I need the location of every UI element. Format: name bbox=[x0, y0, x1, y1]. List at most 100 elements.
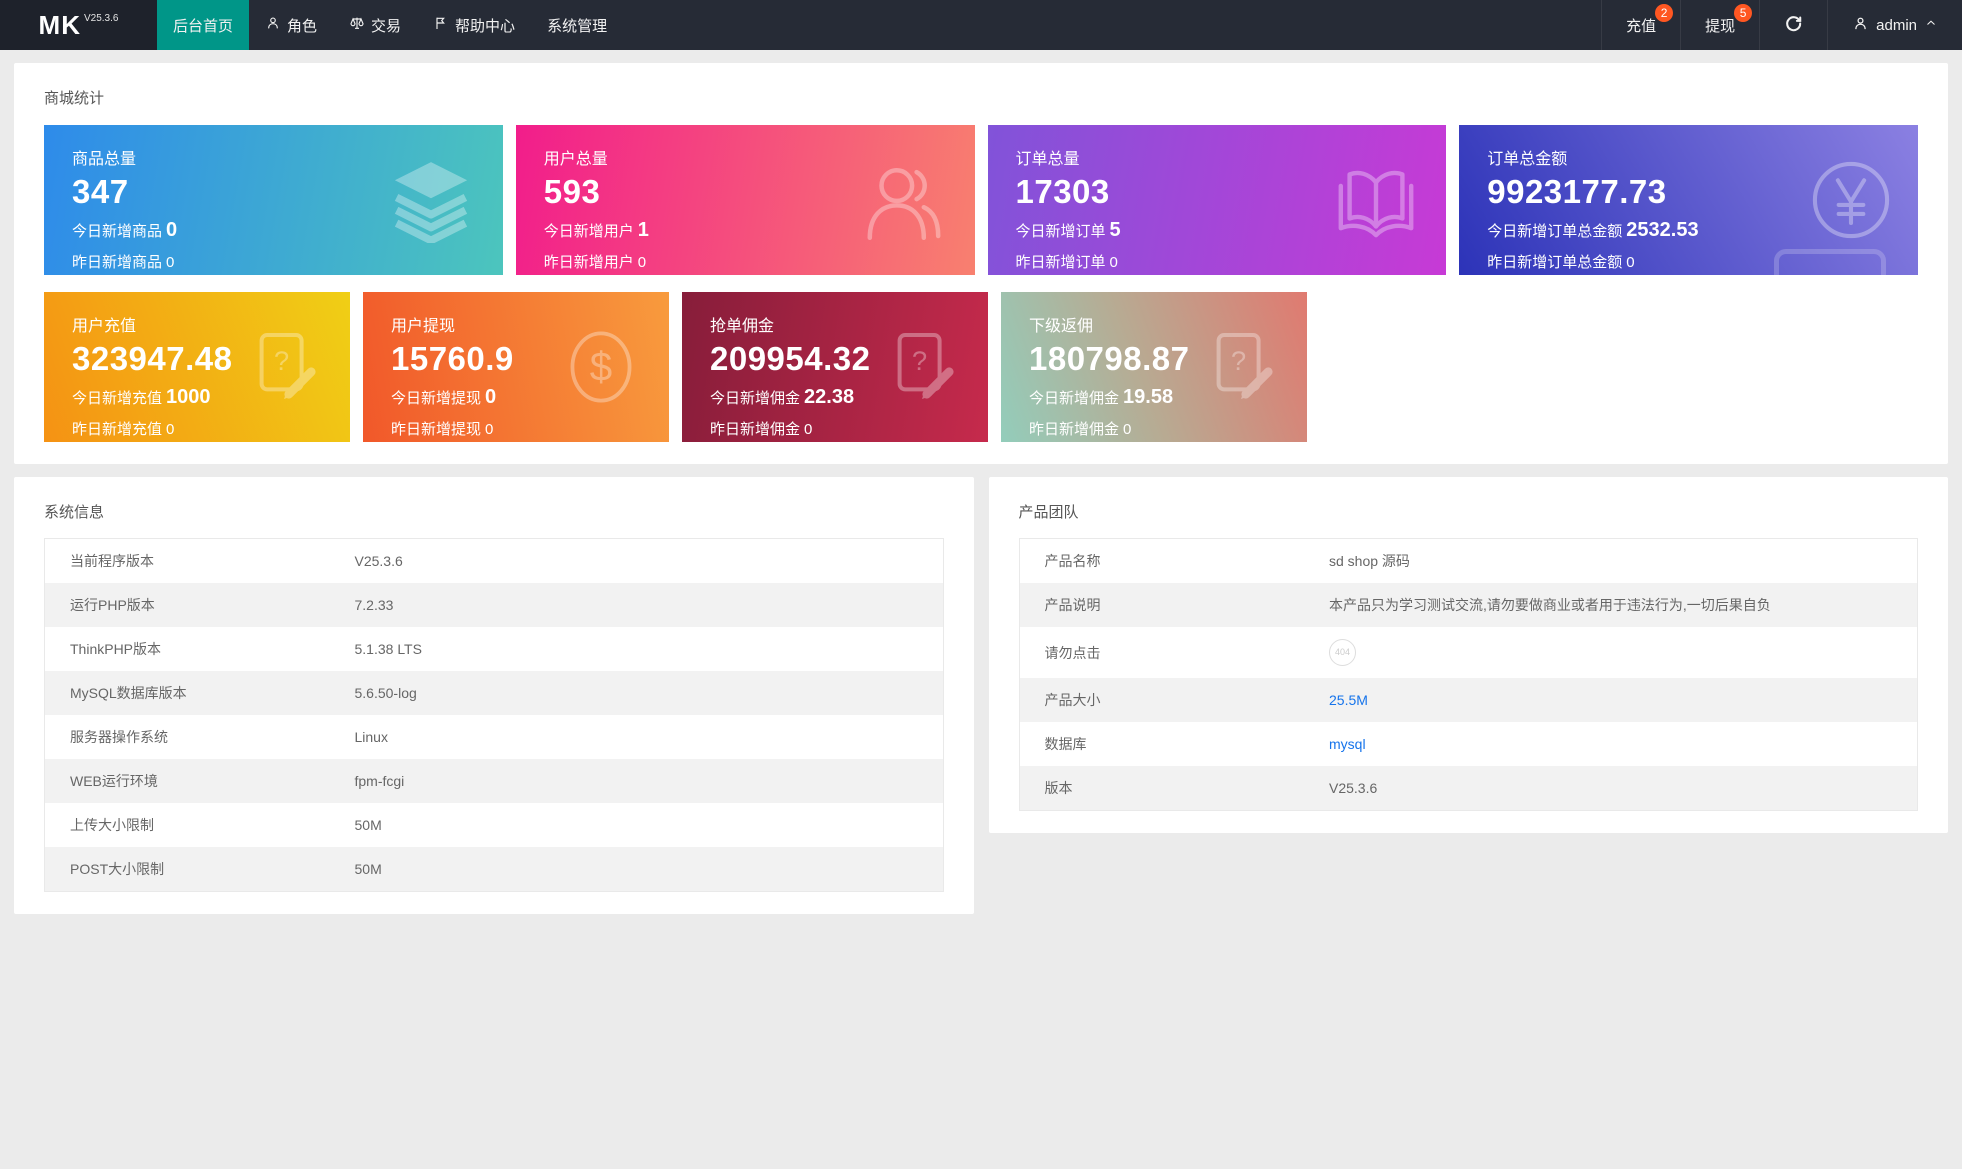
table-row: WEB运行环境 fpm-fcgi bbox=[44, 759, 943, 803]
table-row: 产品名称 sd shop 源码 bbox=[1019, 539, 1918, 584]
dollar-icon: $ bbox=[559, 323, 643, 411]
nav-item-label: 系统管理 bbox=[547, 17, 608, 35]
person-icon bbox=[265, 15, 281, 35]
row-label: 版本 bbox=[1044, 780, 1073, 796]
top-navbar: MK V25.3.6 后台首页 角色 交易 帮助中心 系统管理 充值 2 提现 … bbox=[0, 0, 1962, 50]
stat-yesterday-label: 昨日新增订单总金额 bbox=[1487, 254, 1623, 272]
clipped-card-icon bbox=[1774, 249, 1886, 275]
withdraw-count-badge: 5 bbox=[1734, 4, 1753, 22]
table-row: POST大小限制 50M bbox=[44, 847, 943, 892]
stat-yesterday-value: 0 bbox=[166, 421, 175, 439]
row-value: 7.2.33 bbox=[354, 597, 394, 613]
row-value: V25.3.6 bbox=[354, 553, 403, 569]
product-size-link[interactable]: 25.5M bbox=[1329, 692, 1368, 708]
chevron-up-icon bbox=[1924, 16, 1938, 34]
row-value: sd shop 源码 bbox=[1329, 553, 1410, 569]
system-info-panel: 系统信息 当前程序版本 V25.3.6 运行PHP版本 7.2.33 ThinkPH… bbox=[14, 477, 974, 914]
navbar-spacer bbox=[623, 0, 1601, 50]
nav-item-label: 交易 bbox=[371, 17, 402, 35]
stat-today-value: 1 bbox=[637, 219, 649, 242]
scales-icon bbox=[349, 15, 365, 35]
row-label: 服务器操作系统 bbox=[70, 729, 168, 745]
nav-item-system-settings[interactable]: 系统管理 bbox=[531, 0, 623, 50]
database-link[interactable]: mysql bbox=[1329, 736, 1366, 752]
row-value: 50M bbox=[354, 817, 382, 833]
brand-logo[interactable]: MK V25.3.6 bbox=[0, 0, 157, 50]
mall-stats-panel: 商城统计 商品总量 347 今日新增商品 0 昨日新增商品 0 用户总量 593… bbox=[14, 63, 1948, 464]
row-label: 产品名称 bbox=[1044, 553, 1101, 569]
nav-item-dashboard[interactable]: 后台首页 bbox=[157, 0, 250, 50]
table-row: 当前程序版本 V25.3.6 bbox=[45, 539, 944, 584]
section-title-system-info: 系统信息 bbox=[44, 504, 105, 521]
username: admin bbox=[1876, 16, 1917, 34]
stat-today-label: 今日新增订单 bbox=[1015, 223, 1106, 241]
stat-today-label: 今日新增订单总金额 bbox=[1487, 223, 1623, 241]
row-label: MySQL数据库版本 bbox=[70, 685, 187, 701]
stat-yesterday-value: 0 bbox=[1109, 254, 1118, 272]
row-value: 5.1.38 LTS bbox=[354, 641, 422, 657]
stat-card-orders-amount: 订单总金额 9923177.73 今日新增订单总金额 2532.53 昨日新增订单… bbox=[1459, 125, 1918, 275]
row-label: 上传大小限制 bbox=[70, 817, 154, 833]
stat-today-label: 今日新增佣金 bbox=[1029, 390, 1120, 408]
refresh-icon bbox=[1784, 14, 1803, 37]
nav-item-roles[interactable]: 角色 bbox=[249, 0, 333, 50]
doc-question-icon: ? bbox=[1201, 327, 1281, 407]
stat-yesterday-label: 昨日新增佣金 bbox=[710, 421, 801, 439]
nav-item-help-center[interactable]: 帮助中心 bbox=[417, 0, 531, 50]
row-label: 当前程序版本 bbox=[70, 553, 154, 569]
stat-today-value: 5 bbox=[1109, 219, 1121, 242]
stat-card-order-commission: 抢单佣金 209954.32 今日新增佣金 22.38 昨日新增佣金 0 ? bbox=[682, 292, 988, 442]
recharge-button[interactable]: 充值 2 bbox=[1601, 0, 1680, 50]
stat-today-value: 0 bbox=[166, 219, 178, 242]
table-row: 请勿点击 404 bbox=[1019, 627, 1918, 678]
stat-today-value: 19.58 bbox=[1123, 386, 1174, 409]
withdraw-button[interactable]: 提现 5 bbox=[1680, 0, 1759, 50]
main-content: 商城统计 商品总量 347 今日新增商品 0 昨日新增商品 0 用户总量 593… bbox=[0, 50, 1962, 927]
stat-yesterday-value: 0 bbox=[485, 421, 494, 439]
nav-item-trade[interactable]: 交易 bbox=[333, 0, 417, 50]
stat-yesterday-value: 0 bbox=[1123, 421, 1132, 439]
row-value: V25.3.6 bbox=[1329, 780, 1378, 796]
recharge-label: 充值 bbox=[1626, 17, 1657, 35]
main-menu: 后台首页 角色 交易 帮助中心 系统管理 bbox=[157, 0, 623, 50]
users-icon bbox=[859, 155, 949, 245]
badge-404[interactable]: 404 bbox=[1329, 639, 1356, 666]
nav-item-label: 帮助中心 bbox=[455, 17, 516, 35]
refresh-button[interactable] bbox=[1759, 0, 1827, 50]
flag-icon bbox=[433, 15, 449, 35]
stat-today-label: 今日新增用户 bbox=[543, 223, 634, 241]
table-row: MySQL数据库版本 5.6.50-log bbox=[44, 671, 943, 715]
table-row: 版本 V25.3.6 bbox=[1019, 766, 1918, 811]
doc-question-icon: ? bbox=[882, 327, 962, 407]
stat-today-label: 今日新增商品 bbox=[72, 223, 163, 241]
row-value: 50M bbox=[354, 861, 382, 877]
stat-yesterday-value: 0 bbox=[1626, 254, 1635, 272]
stat-today-label: 今日新增充值 bbox=[72, 390, 163, 408]
stat-yesterday-label: 昨日新增充值 bbox=[72, 421, 163, 439]
row-label: 产品说明 bbox=[1044, 597, 1101, 613]
product-team-table: 产品名称 sd shop 源码 产品说明 本产品只为学习测试交流,请勿要做商业或者用… bbox=[1018, 538, 1918, 811]
table-row: 数据库 mysql bbox=[1019, 722, 1918, 766]
book-icon bbox=[1332, 156, 1420, 244]
stat-card-sub-rebate: 下级返佣 180798.87 今日新增佣金 19.58 昨日新增佣金 0 ? bbox=[1001, 292, 1307, 442]
table-row: 运行PHP版本 7.2.33 bbox=[44, 583, 943, 627]
row-label: 请勿点击 bbox=[1044, 644, 1101, 661]
row-value: 5.6.50-log bbox=[354, 685, 417, 701]
row-label: 产品大小 bbox=[1044, 692, 1101, 708]
row-label: 运行PHP版本 bbox=[70, 597, 155, 613]
stat-card-user-withdraw: 用户提现 15760.9 今日新增提现 0 昨日新增提现 0 $ bbox=[363, 292, 669, 442]
user-menu[interactable]: admin bbox=[1827, 0, 1962, 50]
stat-yesterday-label: 昨日新增提现 bbox=[391, 421, 482, 439]
stat-yesterday-value: 0 bbox=[166, 254, 175, 272]
row-label: POST大小限制 bbox=[70, 861, 165, 877]
stat-yesterday-label: 昨日新增商品 bbox=[72, 254, 163, 272]
row-value: fpm-fcgi bbox=[354, 773, 405, 789]
stat-today-value: 0 bbox=[485, 386, 497, 409]
table-row: 产品说明 本产品只为学习测试交流,请勿要做商业或者用于违法行为,一切后果自负 bbox=[1019, 583, 1918, 627]
row-label: WEB运行环境 bbox=[70, 773, 158, 789]
table-row: 产品大小 25.5M bbox=[1019, 678, 1918, 722]
row-label: 数据库 bbox=[1044, 736, 1087, 752]
stat-today-label: 今日新增提现 bbox=[391, 390, 482, 408]
row-value: Linux bbox=[354, 729, 388, 745]
stat-card-orders-total: 订单总量 17303 今日新增订单 5 昨日新增订单 0 bbox=[987, 125, 1447, 275]
